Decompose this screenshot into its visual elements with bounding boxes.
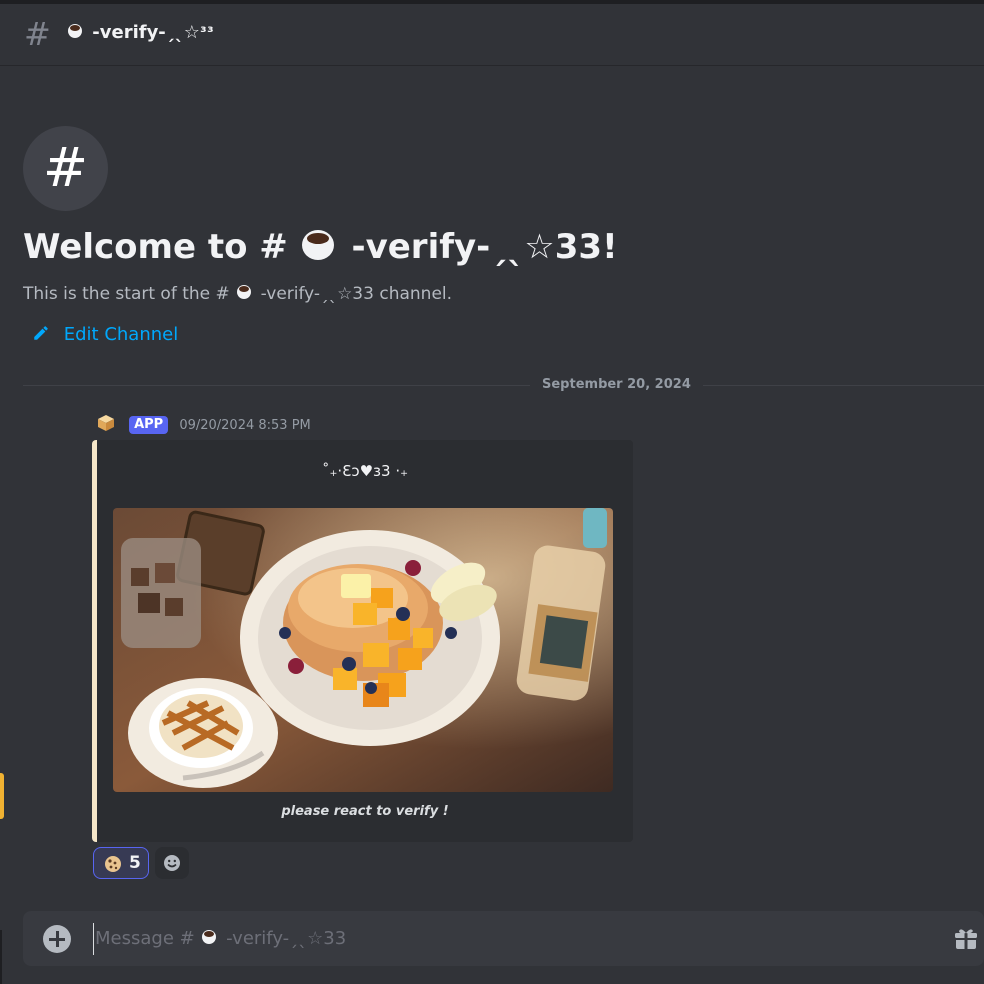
channel-title[interactable]: -verify-ˏˎ☆ᶟᶟ [66, 20, 214, 46]
add-attachment-button[interactable] [43, 925, 71, 953]
cookie-icon [105, 856, 121, 872]
welcome-subtitle-channel: -verify-ˏˎ☆33 [260, 284, 374, 304]
welcome-hash-icon: # [23, 126, 108, 211]
welcome-title-prefix: Welcome to # [23, 227, 288, 267]
pencil-icon [34, 326, 48, 340]
message-embed: ˚₊·Ɛɔ♥ɜ3 ·₊ please react to verify ! [92, 440, 633, 842]
embed-description: ˚₊·Ɛɔ♥ɜ3 ·₊ [321, 462, 409, 480]
embed-footer: please react to verify ! [281, 804, 449, 819]
channel-header: # -verify-ˏˎ☆ᶟᶟ [0, 0, 984, 66]
message-composer: Message # -verify-ˏˎ☆33 [23, 911, 984, 966]
coffee-icon [300, 228, 340, 262]
message-input-placeholder-channel: -verify-ˏˎ☆33 [226, 928, 347, 949]
channel-hash-icon: # [24, 15, 51, 53]
package-icon[interactable] [96, 413, 116, 433]
coffee-icon [200, 928, 220, 946]
message-header: APP 09/20/2024 8:53 PM [96, 413, 311, 435]
embed-image[interactable] [113, 508, 613, 792]
reaction-button[interactable]: 5 [93, 847, 149, 879]
edit-channel-label: Edit Channel [63, 324, 179, 345]
edit-channel-button[interactable]: Edit Channel [32, 322, 178, 348]
message-input[interactable]: Message # -verify-ˏˎ☆33 [93, 923, 933, 955]
date-divider-label: September 20, 2024 [530, 376, 703, 394]
reaction-count: 5 [129, 853, 141, 873]
left-edge-line [0, 930, 2, 984]
add-reaction-button[interactable] [155, 847, 189, 879]
welcome-subtitle: This is the start of the # -verify-ˏˎ☆33… [23, 282, 452, 306]
smile-icon [164, 855, 180, 871]
app-badge: APP [129, 416, 169, 434]
breakfast-illustration [113, 508, 613, 792]
welcome-subtitle-prefix: This is the start of the # [23, 284, 230, 304]
coffee-icon [235, 283, 255, 301]
welcome-title-channel: -verify-ˏˎ☆33! [351, 227, 618, 267]
message-input-placeholder-prefix: Message # [95, 928, 195, 949]
message-timestamp: 09/20/2024 8:53 PM [179, 418, 311, 433]
coffee-icon [66, 22, 86, 40]
channel-title-text: -verify-ˏˎ☆ᶟᶟ [92, 22, 214, 43]
welcome-subtitle-suffix: channel. [379, 284, 453, 304]
unread-indicator [0, 773, 4, 819]
welcome-title: Welcome to # -verify-ˏˎ☆33! [23, 224, 618, 270]
discord-channel-view: # -verify-ˏˎ☆ᶟᶟ # Welcome to # -verify-ˏ… [0, 0, 984, 984]
gift-icon[interactable] [953, 926, 979, 952]
date-divider [23, 385, 984, 386]
